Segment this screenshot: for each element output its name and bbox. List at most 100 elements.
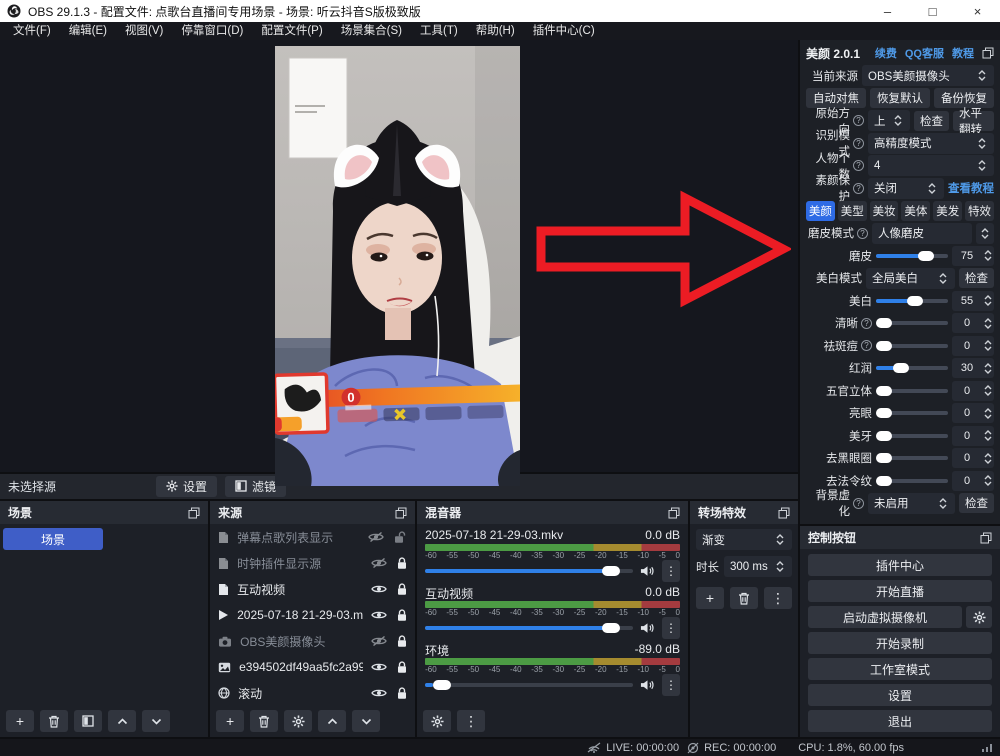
settings-button[interactable]: 设置	[808, 684, 992, 706]
tab-body[interactable]: 美体	[901, 201, 930, 221]
close-button[interactable]: ×	[955, 0, 1000, 22]
duration-spinbox[interactable]: 300 ms	[724, 556, 792, 577]
tab-effects[interactable]: 特效	[965, 201, 994, 221]
slider-valuebox[interactable]: 0	[952, 471, 994, 491]
speaker-icon[interactable]	[640, 679, 655, 691]
smooth-mode-spinner[interactable]	[976, 223, 994, 244]
add-transition-button[interactable]: +	[696, 587, 724, 609]
channel-menu-button[interactable]: ⋮	[662, 560, 680, 582]
scene-list-item[interactable]: 场景	[3, 528, 103, 550]
source-row[interactable]: 滚动	[210, 680, 415, 706]
slider-valuebox[interactable]: 0	[952, 313, 994, 333]
advanced-audio-button[interactable]	[423, 710, 451, 732]
eye-icon[interactable]	[371, 688, 387, 698]
transition-select[interactable]: 渐变	[696, 529, 792, 550]
tab-beauty[interactable]: 美颜	[806, 201, 835, 221]
volume-slider[interactable]	[425, 683, 633, 687]
eye-icon[interactable]	[371, 610, 387, 620]
source-row[interactable]: 2025-07-18 21-29-03.mkv	[210, 602, 415, 628]
slider-valuebox[interactable]: 0	[952, 403, 994, 423]
scene-down-button[interactable]	[142, 710, 170, 732]
speaker-icon[interactable]	[640, 565, 655, 577]
smooth-slider[interactable]	[876, 254, 948, 258]
scene-up-button[interactable]	[108, 710, 136, 732]
eye-slash-icon[interactable]	[368, 532, 384, 542]
menu-tools[interactable]: 工具(T)	[411, 22, 467, 40]
lock-icon[interactable]	[397, 583, 407, 596]
current-source-select[interactable]: OBS美颜摄像头	[862, 65, 994, 86]
minimize-button[interactable]: –	[865, 0, 910, 22]
popout-icon[interactable]	[395, 507, 407, 519]
exit-button[interactable]: 退出	[808, 710, 992, 732]
popout-icon[interactable]	[980, 532, 992, 544]
slider-valuebox[interactable]: 0	[952, 426, 994, 446]
source-gear-button[interactable]	[284, 710, 312, 732]
speaker-icon[interactable]	[640, 622, 655, 634]
slider-valuebox[interactable]: 30	[952, 358, 994, 378]
maximize-button[interactable]: □	[910, 0, 955, 22]
rosy-slider[interactable]	[876, 366, 948, 370]
eye-icon[interactable]	[371, 584, 387, 594]
restore-default-button[interactable]: 恢复默认	[870, 88, 930, 108]
start-virtual-camera-button[interactable]: 启动虚拟摄像机	[808, 606, 962, 628]
orientation-check-button[interactable]: 检查	[914, 111, 949, 131]
whiten-mode-select[interactable]: 全局美白	[866, 268, 955, 289]
menu-plugin-center[interactable]: 插件中心(C)	[524, 22, 604, 40]
plugin-center-button[interactable]: 插件中心	[808, 554, 992, 576]
virtual-camera-settings-button[interactable]	[966, 606, 992, 628]
lock-icon[interactable]	[397, 557, 407, 570]
lock-icon[interactable]	[397, 609, 407, 622]
source-up-button[interactable]	[318, 710, 346, 732]
menu-view[interactable]: 视图(V)	[116, 22, 172, 40]
volume-slider[interactable]	[425, 626, 633, 630]
transition-menu-button[interactable]: ⋮	[764, 587, 792, 609]
source-row[interactable]: 弹幕点歌列表显示	[210, 524, 415, 550]
slider-valuebox[interactable]: 0	[952, 336, 994, 356]
bg-blur-check-button[interactable]: 检查	[959, 493, 994, 513]
remove-scene-button[interactable]	[40, 710, 68, 732]
menu-file[interactable]: 文件(F)	[4, 22, 60, 40]
preview-canvas[interactable]: 0	[0, 40, 798, 472]
channel-menu-button[interactable]: ⋮	[662, 617, 680, 639]
source-row[interactable]: 时钟插件显示源	[210, 550, 415, 576]
horizontal-flip-button[interactable]: 水平翻转	[953, 111, 994, 131]
scene-filters-button[interactable]	[74, 710, 102, 732]
source-down-button[interactable]	[352, 710, 380, 732]
start-streaming-button[interactable]: 开始直播	[808, 580, 992, 602]
slider-valuebox[interactable]: 75	[952, 246, 994, 266]
menu-profile[interactable]: 配置文件(P)	[252, 22, 331, 40]
menu-docks[interactable]: 停靠窗口(D)	[172, 22, 252, 40]
tab-face-shape[interactable]: 美型	[838, 201, 867, 221]
dark-circles-slider[interactable]	[876, 456, 948, 460]
tab-hair[interactable]: 美发	[933, 201, 962, 221]
mixer-menu-button[interactable]: ⋮	[457, 710, 485, 732]
whiten-check-button[interactable]: 检查	[959, 268, 994, 288]
bg-blur-select[interactable]: 未启用	[868, 493, 955, 514]
whiten-slider[interactable]	[876, 299, 948, 303]
menu-edit[interactable]: 编辑(E)	[60, 22, 116, 40]
source-row[interactable]: OBS美颜摄像头	[210, 628, 415, 654]
nasolabial-slider[interactable]	[876, 479, 948, 483]
eye-slash-icon[interactable]	[371, 558, 387, 568]
lock-icon[interactable]	[397, 687, 407, 700]
menu-scene-collection[interactable]: 场景集合(S)	[332, 22, 411, 40]
face-3d-slider[interactable]	[876, 389, 948, 393]
slider-valuebox[interactable]: 0	[952, 381, 994, 401]
popout-icon[interactable]	[668, 507, 680, 519]
eye-icon[interactable]	[371, 662, 387, 672]
source-properties-button[interactable]: 设置	[156, 476, 217, 497]
popout-icon[interactable]	[778, 507, 790, 519]
slider-valuebox[interactable]: 0	[952, 448, 994, 468]
popout-icon[interactable]	[982, 47, 994, 59]
studio-mode-button[interactable]: 工作室模式	[808, 658, 992, 680]
lock-icon[interactable]	[397, 635, 407, 648]
slider-valuebox[interactable]: 55	[952, 291, 994, 311]
channel-menu-button[interactable]: ⋮	[662, 674, 680, 696]
source-row[interactable]: e394502df49aa5fc2a99cd2e7c	[210, 654, 415, 680]
renew-link[interactable]: 续费	[875, 45, 897, 61]
smooth-mode-select[interactable]: 人像磨皮	[872, 223, 972, 244]
add-scene-button[interactable]: +	[6, 710, 34, 732]
menu-help[interactable]: 帮助(H)	[467, 22, 524, 40]
bare-face-select[interactable]: 关闭	[868, 178, 944, 199]
eye-slash-icon[interactable]	[371, 636, 387, 646]
